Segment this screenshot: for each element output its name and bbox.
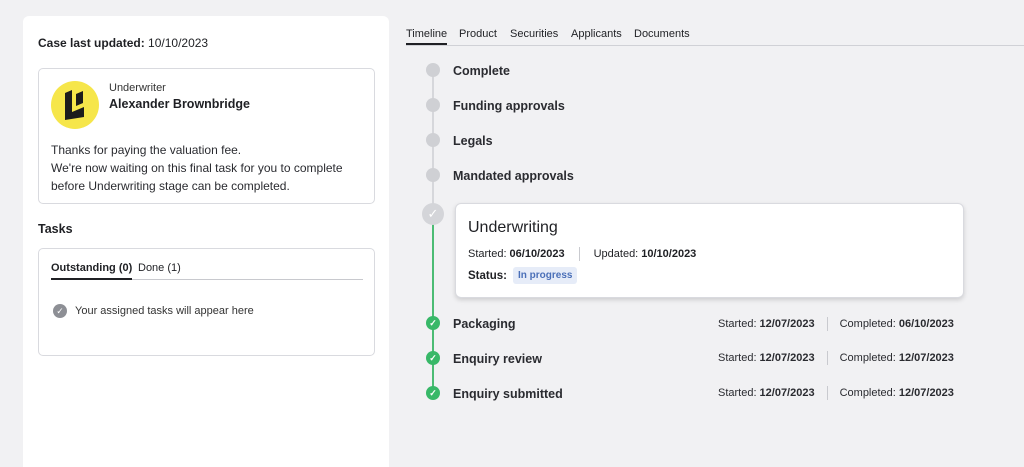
current-step-check-icon: ✓ <box>422 203 444 225</box>
case-updated-value: 10/10/2023 <box>148 36 209 50</box>
logo-icon <box>65 90 84 120</box>
completed-date: 06/10/2023 <box>898 318 954 330</box>
tab-documents[interactable]: Documents <box>634 28 690 45</box>
pending-step-icon <box>426 63 440 77</box>
pending-step-icon <box>426 168 440 182</box>
completed-label: Completed: <box>839 352 896 364</box>
stage-legals: Legals <box>453 134 493 148</box>
stage-packaging-meta: Started: 12/07/2023 Completed: 06/10/202… <box>718 317 954 331</box>
status-label: Status: <box>468 269 507 282</box>
divider <box>578 247 580 261</box>
underwriter-message: Thanks for paying the valuation fee. We'… <box>51 141 343 195</box>
divider <box>826 386 828 400</box>
tab-securities[interactable]: Securities <box>510 28 558 45</box>
started-label: Started: <box>718 318 757 330</box>
stage-enquiry-review: Enquiry review <box>453 352 542 366</box>
tab-done[interactable]: Done (1) <box>138 262 181 280</box>
tab-outstanding[interactable]: Outstanding (0) <box>51 262 133 280</box>
tab-timeline[interactable]: Timeline <box>406 28 448 45</box>
case-tab-bar: Timeline Product Securities Applicants D… <box>406 28 1024 46</box>
completed-check-icon: ✓ <box>426 386 440 400</box>
divider <box>826 317 828 331</box>
message-line: before Underwriting stage can be complet… <box>51 179 290 193</box>
pending-step-icon <box>426 133 440 147</box>
tasks-title: Tasks <box>38 222 73 236</box>
started-date: 12/07/2023 <box>759 387 815 399</box>
tasks-empty-text: Your assigned tasks will appear here <box>75 305 254 317</box>
updated-label: Updated: <box>593 248 639 260</box>
case-updated-label: Case last updated: <box>38 36 145 50</box>
pending-step-icon <box>426 98 440 112</box>
stage-enquiry-submitted: Enquiry submitted <box>453 387 563 401</box>
check-circle-icon: ✓ <box>53 304 67 318</box>
started-label: Started: <box>718 387 757 399</box>
current-stage-status: Status: In progress <box>468 267 578 284</box>
updated-date: 10/10/2023 <box>641 248 697 260</box>
current-stage-title: Underwriting <box>468 219 558 236</box>
stage-complete: Complete <box>453 64 510 78</box>
message-line: We're now waiting on this final task for… <box>51 161 343 175</box>
stage-funding-approvals: Funding approvals <box>453 99 565 113</box>
underwriter-role: Underwriter <box>109 82 166 94</box>
stage-packaging: Packaging <box>453 317 516 331</box>
tasks-empty-state: ✓ Your assigned tasks will appear here <box>53 304 254 318</box>
tasks-tab-bar: Outstanding (0) Done (1) <box>51 262 363 280</box>
completed-check-icon: ✓ <box>426 316 440 330</box>
stage-enquiry-submitted-meta: Started: 12/07/2023 Completed: 12/07/202… <box>718 386 954 400</box>
current-stage-card[interactable]: Underwriting Started: 06/10/2023 Updated… <box>455 203 964 298</box>
completed-date: 12/07/2023 <box>898 352 954 364</box>
tab-product[interactable]: Product <box>459 28 497 45</box>
message-line: Thanks for paying the valuation fee. <box>51 143 242 157</box>
completed-label: Completed: <box>839 387 896 399</box>
completed-date: 12/07/2023 <box>898 387 954 399</box>
case-summary-panel: Case last updated: 10/10/2023 Underwrite… <box>23 16 389 467</box>
current-stage-dates: Started: 06/10/2023 Updated: 10/10/2023 <box>468 247 696 261</box>
completed-label: Completed: <box>839 318 896 330</box>
stage-mandated-approvals: Mandated approvals <box>453 169 574 183</box>
divider <box>826 351 828 365</box>
started-label: Started: <box>718 352 757 364</box>
tasks-card: Outstanding (0) Done (1) ✓ Your assigned… <box>38 248 375 356</box>
completed-check-icon: ✓ <box>426 351 440 365</box>
status-badge: In progress <box>512 267 578 284</box>
started-date: 12/07/2023 <box>759 318 815 330</box>
avatar <box>51 81 99 129</box>
underwriter-card: Underwriter Alexander Brownbridge Thanks… <box>38 68 375 204</box>
started-date: 06/10/2023 <box>509 248 565 260</box>
started-date: 12/07/2023 <box>759 352 815 364</box>
tab-applicants[interactable]: Applicants <box>571 28 622 45</box>
underwriter-name: Alexander Brownbridge <box>109 97 250 111</box>
case-last-updated: Case last updated: 10/10/2023 <box>38 36 208 50</box>
stage-enquiry-review-meta: Started: 12/07/2023 Completed: 12/07/202… <box>718 351 954 365</box>
timeline-line-done <box>432 214 434 394</box>
started-label: Started: <box>468 248 507 260</box>
